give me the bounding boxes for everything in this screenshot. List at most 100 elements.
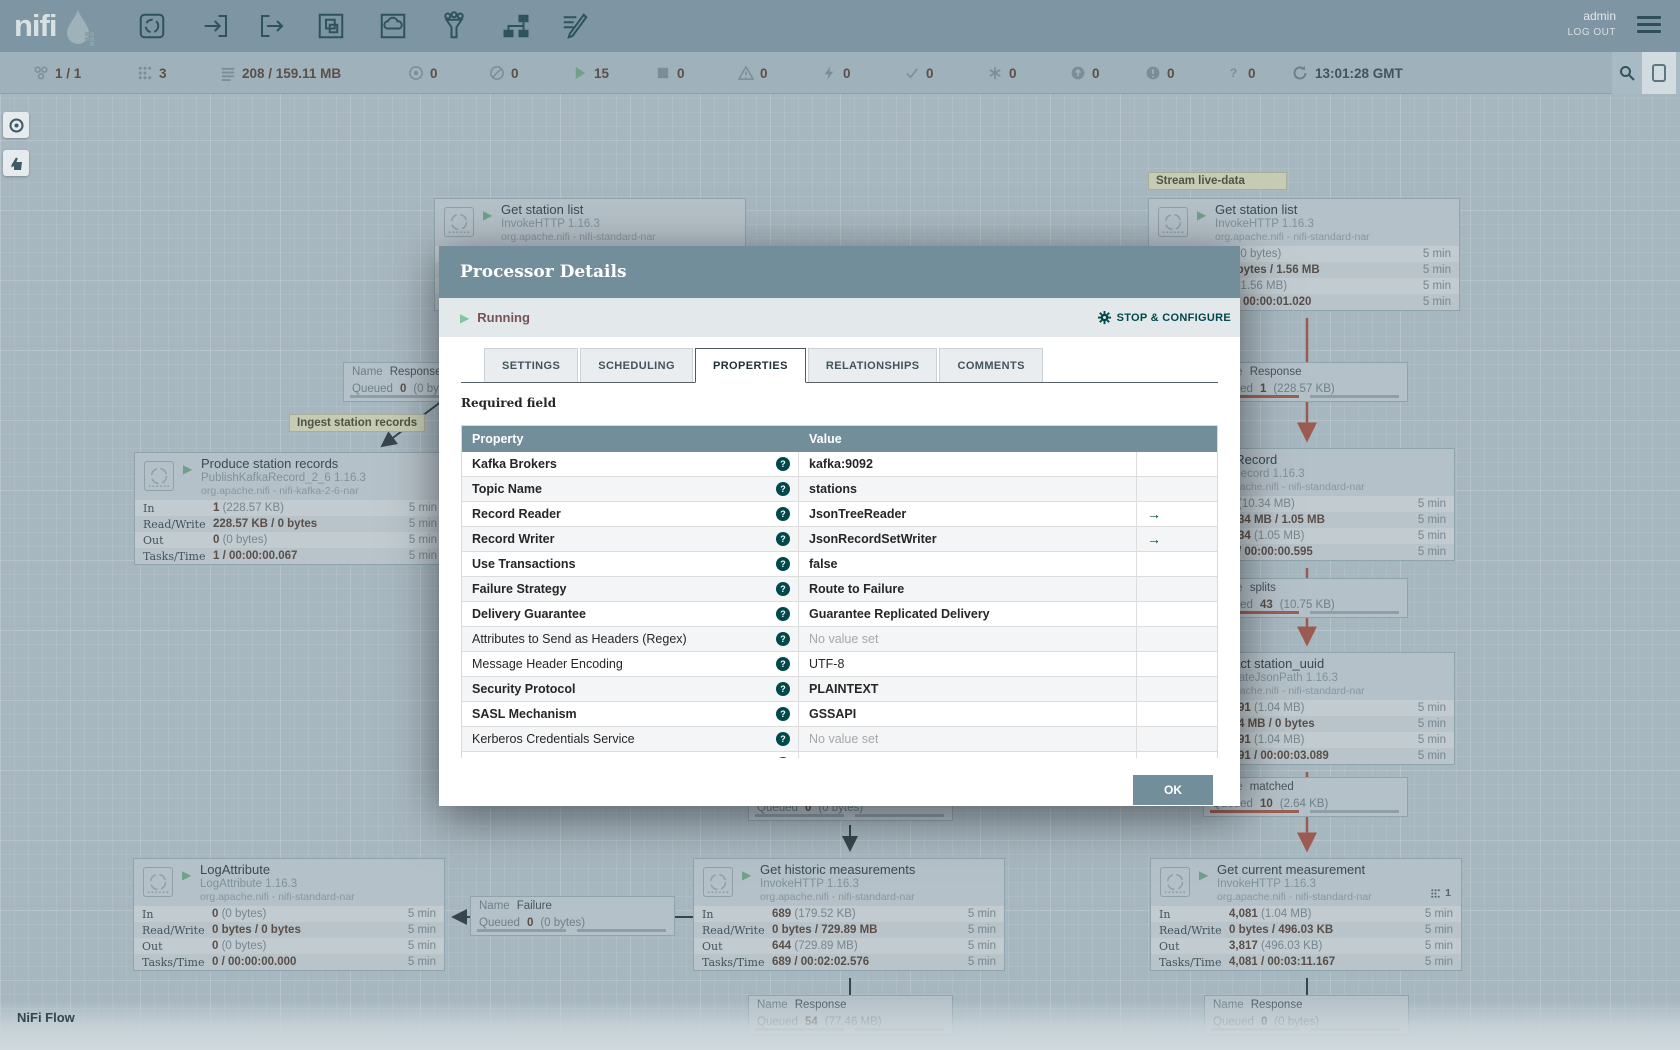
global-menu-icon[interactable] bbox=[1637, 16, 1661, 37]
processor-bundle: org.apache.nifi - nifi-standard-nar bbox=[1217, 891, 1372, 904]
stat-row: In 0 (0 bytes) 5 min bbox=[134, 906, 444, 922]
svg-text:?: ? bbox=[1229, 66, 1236, 80]
status-count: 0 bbox=[1167, 65, 1175, 81]
property-name: Record Writer bbox=[472, 532, 555, 546]
help-icon[interactable]: ? bbox=[776, 632, 790, 646]
input-port-icon[interactable] bbox=[201, 11, 231, 41]
processor-type: LogAttribute 1.16.3 bbox=[200, 877, 298, 890]
canvas-label[interactable]: Stream live-data bbox=[1148, 172, 1287, 190]
help-icon[interactable]: ? bbox=[776, 507, 790, 521]
help-icon[interactable]: ? bbox=[776, 732, 790, 746]
stop-and-configure-button[interactable]: STOP & CONFIGURE bbox=[1097, 298, 1231, 337]
processor-stamp-icon bbox=[1158, 207, 1188, 237]
breadcrumb[interactable]: NiFi Flow bbox=[17, 1010, 75, 1025]
status-count: 0 bbox=[511, 65, 519, 81]
property-column-header: Property bbox=[472, 432, 524, 446]
search-icon[interactable] bbox=[1612, 52, 1642, 94]
refresh-icon[interactable] bbox=[1292, 65, 1308, 81]
status-count: 0 bbox=[430, 65, 438, 81]
ok-button[interactable]: OK bbox=[1133, 775, 1213, 805]
help-icon[interactable]: ? bbox=[776, 482, 790, 496]
property-name: Kerberos Credentials Service bbox=[472, 732, 635, 746]
connection-name-label: Name bbox=[352, 366, 383, 378]
dialog-tabs: SETTINGS SCHEDULING PROPERTIES RELATIONSHIP… bbox=[461, 348, 1218, 383]
help-icon[interactable]: ? bbox=[776, 757, 790, 758]
tab-settings[interactable]: SETTINGS bbox=[484, 348, 579, 382]
required-field-note: Required field bbox=[461, 396, 557, 410]
property-value: No value set bbox=[809, 732, 879, 746]
processor-bundle: org.apache.nifi - nifi-standard-nar bbox=[1215, 231, 1370, 244]
processor[interactable]: ▶ Produce station records PublishKafkaRe… bbox=[134, 452, 446, 565]
help-icon[interactable]: ? bbox=[776, 682, 790, 696]
stat-row: Read/Write 228.57 KB / 0 bytes 5 min bbox=[135, 516, 445, 532]
stale-icon bbox=[1069, 65, 1086, 82]
help-icon[interactable]: ? bbox=[776, 557, 790, 571]
backpressure-object-bar bbox=[1210, 810, 1300, 813]
logout-link[interactable]: LOG OUT bbox=[1567, 27, 1616, 38]
status-disabled: 0 bbox=[820, 52, 851, 94]
connection-name-label: Name bbox=[479, 900, 510, 912]
processor-name: Get current measurement bbox=[1217, 862, 1366, 877]
process-group-icon[interactable] bbox=[316, 11, 346, 41]
processor[interactable]: ▶ Get current measurement InvokeHTTP 1.1… bbox=[1150, 858, 1462, 971]
status-count: 208 / 159.11 MB bbox=[242, 65, 342, 81]
stat-row: Out 0 (0 bytes) 5 min bbox=[135, 532, 445, 548]
help-icon[interactable]: ? bbox=[776, 657, 790, 671]
help-icon[interactable]: ? bbox=[776, 707, 790, 721]
property-row: Message Header Encoding ? UTF-8 bbox=[462, 652, 1217, 677]
locate-button[interactable] bbox=[3, 112, 29, 138]
processor-icon[interactable] bbox=[137, 11, 167, 41]
canvas-label[interactable]: Ingest station records bbox=[289, 414, 425, 432]
status-stopped: 0 bbox=[654, 52, 685, 94]
property-name: SASL Mechanism bbox=[472, 707, 577, 721]
select-button[interactable] bbox=[3, 150, 29, 176]
tab-comments[interactable]: COMMENTS bbox=[939, 348, 1043, 382]
target-icon bbox=[9, 118, 23, 132]
status-not-transmitting: 0 bbox=[488, 52, 519, 94]
tab-properties[interactable]: PROPERTIES bbox=[694, 348, 806, 383]
stat-row: In 1 (228.57 KB) 5 min bbox=[135, 500, 445, 516]
backpressure-size-bar bbox=[1309, 395, 1399, 398]
tab-scheduling[interactable]: SCHEDULING bbox=[580, 348, 693, 382]
processor-name: LogAttribute bbox=[200, 862, 271, 877]
stat-row: In 689 (179.52 KB) 5 min bbox=[694, 906, 1004, 922]
property-value: Route to Failure bbox=[809, 582, 905, 596]
help-icon[interactable]: ? bbox=[776, 607, 790, 621]
dialog-header: Processor Details bbox=[439, 246, 1240, 298]
backpressure-size-bar bbox=[576, 929, 666, 932]
template-icon[interactable] bbox=[501, 11, 531, 41]
status-count: 1 / 1 bbox=[55, 65, 82, 81]
go-to-service-icon[interactable]: → bbox=[1147, 506, 1161, 522]
right-panel-button[interactable] bbox=[1642, 52, 1676, 94]
property-name: Record Reader bbox=[472, 507, 561, 521]
label-icon[interactable] bbox=[560, 11, 590, 41]
property-name: Use Transactions bbox=[472, 557, 576, 571]
processor[interactable]: ▶ Get historic measurements InvokeHTTP 1… bbox=[693, 858, 1005, 971]
not-transmitting-icon bbox=[488, 65, 505, 82]
running-icon: ▶ bbox=[742, 868, 752, 882]
processor-stamp-icon bbox=[143, 867, 173, 897]
remote-process-group-icon[interactable] bbox=[378, 11, 408, 41]
connection-label[interactable]: Name Failure Queued 0 (0 bytes) bbox=[470, 896, 675, 936]
status-count: 0 bbox=[760, 65, 768, 81]
help-icon[interactable]: ? bbox=[776, 532, 790, 546]
cluster-node-badge: 1 bbox=[1430, 887, 1451, 899]
processor[interactable]: ▶ LogAttribute LogAttribute 1.16.3 org.a… bbox=[133, 858, 445, 971]
output-port-icon[interactable] bbox=[257, 11, 287, 41]
funnel-icon[interactable] bbox=[439, 11, 469, 41]
property-name: Topic Name bbox=[472, 482, 542, 496]
property-row: Security Protocol ? PLAINTEXT bbox=[462, 677, 1217, 702]
tab-relationships[interactable]: RELATIONSHIPS bbox=[807, 348, 938, 382]
help-icon[interactable]: ? bbox=[776, 582, 790, 596]
status-count: 0 bbox=[926, 65, 934, 81]
help-icon[interactable]: ? bbox=[776, 457, 790, 471]
property-value: false bbox=[809, 557, 838, 571]
connection-name: Response bbox=[1249, 366, 1302, 378]
go-to-service-icon[interactable]: → bbox=[1147, 531, 1161, 547]
property-value: No value set bbox=[809, 632, 879, 646]
status-count: 0 bbox=[1248, 65, 1256, 81]
processor-stamp-icon bbox=[144, 461, 174, 491]
property-row: SASL Mechanism ? GSSAPI bbox=[462, 702, 1217, 727]
stat-row: Out 644 (729.89 MB) 5 min bbox=[694, 938, 1004, 954]
last-refreshed[interactable]: 13:01:28 GMT bbox=[1292, 52, 1403, 94]
